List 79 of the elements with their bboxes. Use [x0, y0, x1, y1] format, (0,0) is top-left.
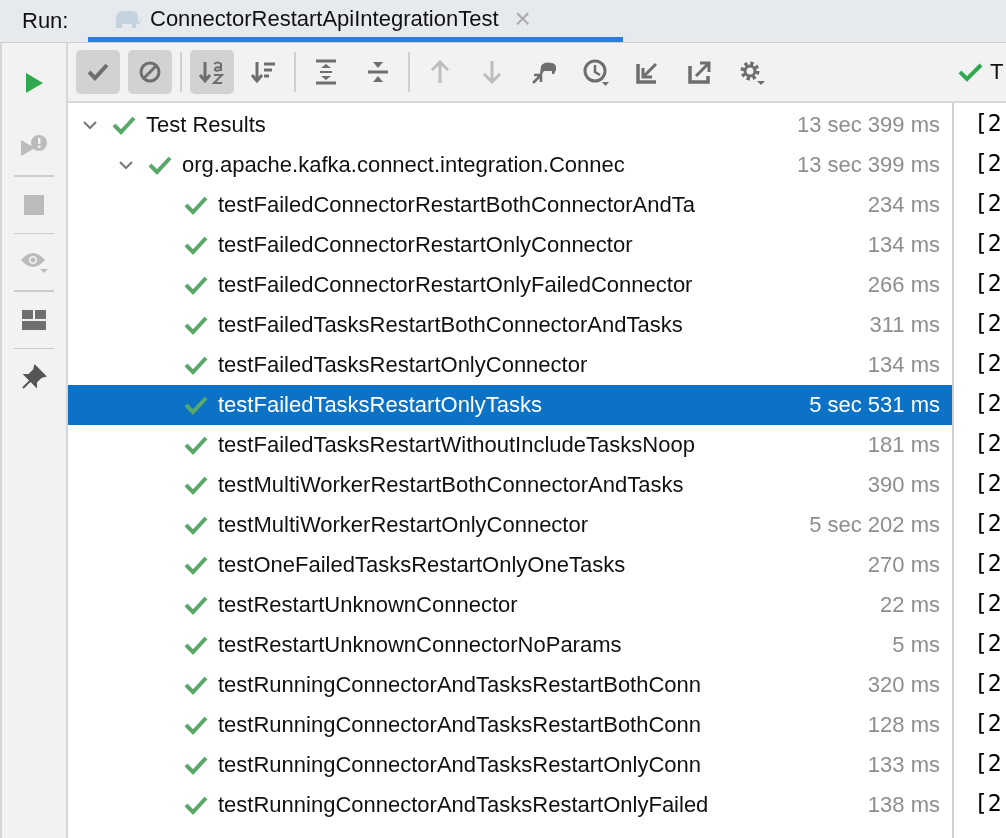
- test-name: testMultiWorkerRestartOnlyConnector: [218, 512, 590, 538]
- check-button[interactable]: [76, 50, 120, 94]
- console-line: [2: [974, 349, 1003, 378]
- ignored-button[interactable]: [128, 50, 172, 94]
- sort-alpha-button[interactable]: [190, 50, 234, 94]
- test-duration: 134 ms: [867, 352, 940, 378]
- test-duration: 13 sec 399 ms: [796, 152, 940, 178]
- test-name: testMultiWorkerRestartBothConnectorAndTasks: [218, 472, 685, 498]
- test-duration: 5 sec 531 ms: [809, 392, 940, 418]
- test-name: testFailedConnectorRestartOnlyFailedConnector: [218, 272, 694, 298]
- tree-row[interactable]: testRestartUnknownConnector 22 ms: [68, 585, 952, 625]
- test-name: org.apache.kafka.connect.integration.Connec: [182, 152, 626, 178]
- tree-row[interactable]: testOneFailedTasksRestartOnlyOneTasks 270 ms: [68, 545, 952, 585]
- console-line: [2: [974, 429, 1003, 458]
- console-line: [2: [974, 389, 1003, 418]
- tree-row[interactable]: testFailedTasksRestartOnlyConnector 134 ms: [68, 345, 952, 385]
- tree-row[interactable]: Test Results 13 sec 399 ms: [68, 105, 952, 145]
- console-line: [2: [974, 229, 1003, 258]
- tree-row[interactable]: testRunningConnectorAndTasksRestartOnlyConn 133 ms: [68, 745, 952, 785]
- console-line: [2: [974, 109, 1003, 138]
- console-line: [2: [974, 589, 1003, 618]
- test-name: testRunningConnectorAndTasksRestartBothConn: [218, 712, 703, 738]
- tree-row[interactable]: testFailedConnectorRestartOnlyFailedConnector 266 ms: [68, 265, 952, 305]
- console-header: T: [990, 59, 1004, 85]
- test-name: testFailedTasksRestartBothConnectorAndTasks: [218, 312, 684, 338]
- test-name: testRestartUnknownConnector: [218, 592, 519, 618]
- console-line: [2: [974, 189, 1003, 218]
- tree-row[interactable]: testFailedTasksRestartWithoutIncludeTasksNoop 181 ms: [68, 425, 952, 465]
- test-duration: 128 ms: [867, 712, 940, 738]
- test-duration: 181 ms: [867, 432, 940, 458]
- tree-row[interactable]: testFailedTasksRestartOnlyTasks 5 sec 531 ms: [68, 385, 952, 425]
- test-duration: 266 ms: [867, 272, 940, 298]
- test-duration: 5 ms: [892, 632, 940, 658]
- test-name: testRunningConnectorAndTasksRestartOnlyFailed: [218, 792, 710, 818]
- test-duration: 134 ms: [867, 232, 940, 258]
- tree-row[interactable]: testRunningConnectorAndTasksRestartOnlyFailed 138 ms: [68, 785, 952, 825]
- console-line: [2: [974, 669, 1003, 698]
- test-duration: 13 sec 399 ms: [796, 112, 940, 138]
- test-duration: 270 ms: [867, 552, 940, 578]
- console-line: [2: [974, 509, 1003, 538]
- test-name: testOneFailedTasksRestartOnlyOneTasks: [218, 552, 627, 578]
- test-duration: 5 sec 202 ms: [809, 512, 940, 538]
- test-name: testFailedTasksRestartOnlyConnector: [218, 352, 589, 378]
- test-duration: 22 ms: [880, 592, 940, 618]
- console-line: [2: [974, 309, 1003, 338]
- tree-row[interactable]: testFailedConnectorRestartOnlyConnector 134 ms: [68, 225, 952, 265]
- test-name: testRestartUnknownConnectorNoParams: [218, 632, 623, 658]
- test-duration: 311 ms: [869, 312, 940, 338]
- tree-row[interactable]: testRunningConnectorAndTasksRestartBothConn 320 ms: [68, 665, 952, 705]
- tree-row[interactable]: testRestartUnknownConnectorNoParams 5 ms: [68, 625, 952, 665]
- test-duration: 390 ms: [867, 472, 940, 498]
- test-name: testFailedTasksRestartOnlyTasks: [218, 392, 543, 418]
- console-line: [2: [974, 149, 1003, 178]
- tree-row[interactable]: testMultiWorkerRestartOnlyConnector 5 sec 202 ms: [68, 505, 952, 545]
- test-name: Test Results: [146, 112, 267, 138]
- test-name: testRunningConnectorAndTasksRestartOnlyConn: [218, 752, 703, 778]
- console-line: [2: [974, 629, 1003, 658]
- console-line: [2: [974, 749, 1003, 778]
- test-duration: 133 ms: [867, 752, 940, 778]
- test-name: testFailedConnectorRestartBothConnectorAndTa: [218, 192, 696, 218]
- tree-row[interactable]: testFailedTasksRestartBothConnectorAndTasks 311 ms: [68, 305, 952, 345]
- test-name: testFailedTasksRestartWithoutIncludeTasksNoop: [218, 432, 696, 458]
- test-duration: 320 ms: [867, 672, 940, 698]
- test-name: testFailedConnectorRestartOnlyConnector: [218, 232, 634, 258]
- test-duration: 234 ms: [867, 192, 940, 218]
- tree-row[interactable]: testFailedConnectorRestartBothConnectorAndTa 234 ms: [68, 185, 952, 225]
- tree-row[interactable]: org.apache.kafka.connect.integration.Connec 13 sec 399 ms: [68, 145, 952, 185]
- console-line: [2: [974, 549, 1003, 578]
- console-line: [2: [974, 469, 1003, 498]
- run-tab[interactable]: ConnectorRestartApiIntegrationTest ×: [88, 0, 623, 42]
- run-label: Run:: [21, 7, 70, 35]
- tree-row[interactable]: testMultiWorkerRestartBothConnectorAndTasks 390 ms: [68, 465, 952, 505]
- tree-row[interactable]: testRunningConnectorAndTasksRestartBothConn 128 ms: [68, 705, 952, 745]
- test-name: testRunningConnectorAndTasksRestartBothConn: [218, 672, 703, 698]
- history-icon: [582, 58, 610, 86]
- console-line: [2: [974, 709, 1003, 738]
- console-line: [2: [974, 269, 1003, 298]
- test-duration: 138 ms: [867, 792, 940, 818]
- console-line: [2: [974, 789, 1003, 818]
